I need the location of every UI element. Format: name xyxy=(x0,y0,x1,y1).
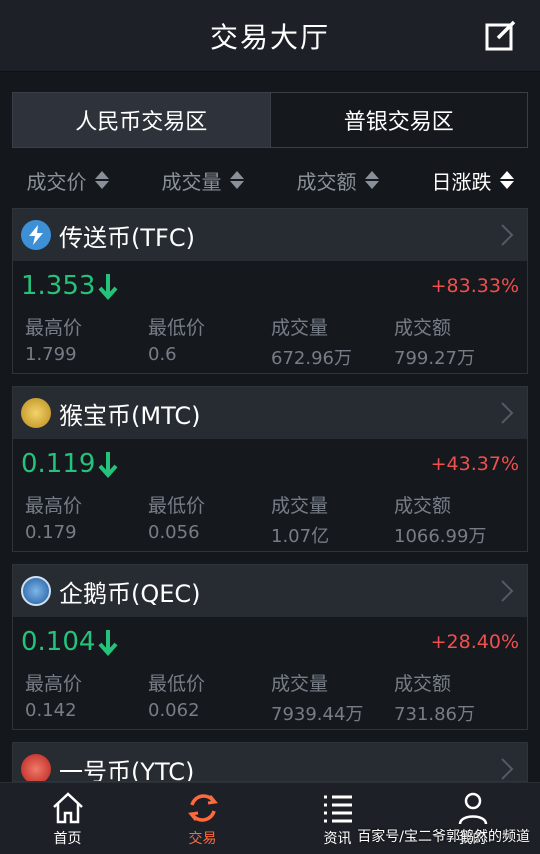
edit-icon[interactable] xyxy=(484,18,518,52)
coin-header[interactable]: 传送币(TFC) xyxy=(13,209,527,261)
sort-label: 成交价 xyxy=(26,169,87,194)
coin-name: 一号币(YTC) xyxy=(59,757,195,782)
stat-value: 1066.99万 xyxy=(394,526,487,547)
stat-label: 成交额 xyxy=(394,673,452,695)
coin-name: 传送币(TFC) xyxy=(59,223,195,252)
arrow-down-icon xyxy=(98,274,118,300)
stat-label: 成交量 xyxy=(271,495,329,517)
stat-label: 成交量 xyxy=(271,317,329,339)
refresh-icon xyxy=(187,793,218,822)
nav-label: 资讯 xyxy=(323,830,352,847)
sort-daily-change[interactable]: 日涨跌 xyxy=(405,160,540,200)
sort-bar: 成交价 成交量 成交额 日涨跌 xyxy=(0,160,540,200)
stat-label: 成交量 xyxy=(271,673,329,695)
home-icon xyxy=(52,791,83,823)
sort-arrows-icon xyxy=(229,171,244,189)
stat-value: 799.27万 xyxy=(394,348,475,369)
sort-price[interactable]: 成交价 xyxy=(0,160,135,200)
chevron-right-icon xyxy=(501,580,514,602)
coin-stats: 最高价 0.142 最低价 0.062 成交量 7939.44万 成交额 731.86万 xyxy=(25,669,521,726)
list-icon xyxy=(323,795,352,822)
chevron-right-icon xyxy=(501,402,514,424)
coin-price: 0.119 xyxy=(21,449,119,479)
stat-label: 最低价 xyxy=(148,673,206,695)
coin-stats: 最高价 0.179 最低价 0.056 成交量 1.07亿 成交额 1066.99万 xyxy=(25,491,521,548)
coin-name: 猴宝币(MTC) xyxy=(59,401,201,430)
stat-value: 1.07亿 xyxy=(271,526,330,547)
arrow-down-icon xyxy=(98,630,118,656)
price-value: 0.104 xyxy=(21,627,96,657)
coin-stats: 最高价 1.799 最低价 0.6 成交量 672.96万 成交额 799.27万 xyxy=(25,313,521,370)
coin-body: 0.119 +43.37% 最高价 0.179 最低价 0.056 成交量 1.07亿… xyxy=(13,439,527,551)
watermark: 百家号/宝二爷郭鹤然的频道 xyxy=(357,829,530,845)
stat-label: 成交额 xyxy=(394,317,452,339)
lightning-coin-icon xyxy=(21,220,51,250)
bottom-nav: 首页 交易 资讯 我的 百家号/宝二爷郭鹤然的频道 xyxy=(0,782,540,854)
coin-price: 0.104 xyxy=(21,627,119,657)
sort-label: 成交量 xyxy=(161,169,222,194)
penguin-coin-icon xyxy=(21,576,51,606)
nav-label: 交易 xyxy=(188,830,217,847)
stat-value: 731.86万 xyxy=(394,704,475,725)
stat-label: 成交额 xyxy=(394,495,452,517)
monkey-coin-icon xyxy=(21,398,51,428)
ytc-coin-icon xyxy=(21,754,51,781)
coin-header[interactable]: 企鹅币(QEC) xyxy=(13,565,527,617)
stat-value: 672.96万 xyxy=(271,348,352,369)
stat-value: 0.6 xyxy=(148,344,177,365)
tab-silver-zone[interactable]: 普银交易区 xyxy=(269,93,527,147)
stat-label: 最低价 xyxy=(148,495,206,517)
stat-value: 0.142 xyxy=(25,700,77,721)
stat-value: 0.062 xyxy=(148,700,200,721)
chevron-right-icon xyxy=(501,224,514,246)
stat-label: 最低价 xyxy=(148,317,206,339)
coin-change: +28.40% xyxy=(430,631,519,653)
user-icon xyxy=(458,792,487,824)
coin-price: 1.353 xyxy=(21,271,119,301)
coin-list: 传送币(TFC) 1.353 +83.33% 最高价 1.799 最低价 0.6 成… xyxy=(12,208,528,794)
page-title: 交易大厅 xyxy=(209,20,330,54)
nav-home[interactable]: 首页 xyxy=(0,783,135,854)
nav-label: 首页 xyxy=(53,830,82,847)
sort-arrows-icon xyxy=(94,171,109,189)
coin-name: 企鹅币(QEC) xyxy=(59,579,201,608)
sort-turnover[interactable]: 成交额 xyxy=(270,160,405,200)
coin-body: 0.104 +28.40% 最高价 0.142 最低价 0.062 成交量 7939.… xyxy=(13,617,527,729)
nav-trade[interactable]: 交易 xyxy=(135,783,270,854)
chevron-right-icon xyxy=(501,758,514,780)
coin-body: 1.353 +83.33% 最高价 1.799 最低价 0.6 成交量 672.96万… xyxy=(13,261,527,373)
stat-label: 最高价 xyxy=(25,495,83,517)
top-bar: 交易大厅 xyxy=(0,0,540,72)
coin-change: +43.37% xyxy=(430,453,519,475)
stat-value: 1.799 xyxy=(25,344,77,365)
zone-tabs: 人民币交易区 普银交易区 xyxy=(12,92,528,148)
stat-value: 0.179 xyxy=(25,522,77,543)
coin-card[interactable]: 猴宝币(MTC) 0.119 +43.37% 最高价 0.179 最低价 0.056… xyxy=(12,386,528,552)
stat-label: 最高价 xyxy=(25,673,83,695)
sort-arrows-icon xyxy=(499,171,514,189)
coin-card[interactable]: 一号币(YTC) xyxy=(12,742,528,782)
coin-card[interactable]: 企鹅币(QEC) 0.104 +28.40% 最高价 0.142 最低价 0.062… xyxy=(12,564,528,730)
sort-label: 成交额 xyxy=(296,169,357,194)
coin-card[interactable]: 传送币(TFC) 1.353 +83.33% 最高价 1.799 最低价 0.6 成… xyxy=(12,208,528,374)
price-value: 1.353 xyxy=(21,271,96,301)
stat-value: 7939.44万 xyxy=(271,704,364,725)
coin-header[interactable]: 猴宝币(MTC) xyxy=(13,387,527,439)
sort-volume[interactable]: 成交量 xyxy=(135,160,270,200)
stat-label: 最高价 xyxy=(25,317,83,339)
arrow-down-icon xyxy=(98,452,118,478)
sort-arrows-icon xyxy=(364,171,379,189)
tab-rmb-zone[interactable]: 人民币交易区 xyxy=(13,93,270,147)
coin-change: +83.33% xyxy=(430,275,519,297)
stat-value: 0.056 xyxy=(148,522,200,543)
price-value: 0.119 xyxy=(21,449,96,479)
coin-header[interactable]: 一号币(YTC) xyxy=(13,743,527,782)
sort-label: 日涨跌 xyxy=(431,169,492,194)
